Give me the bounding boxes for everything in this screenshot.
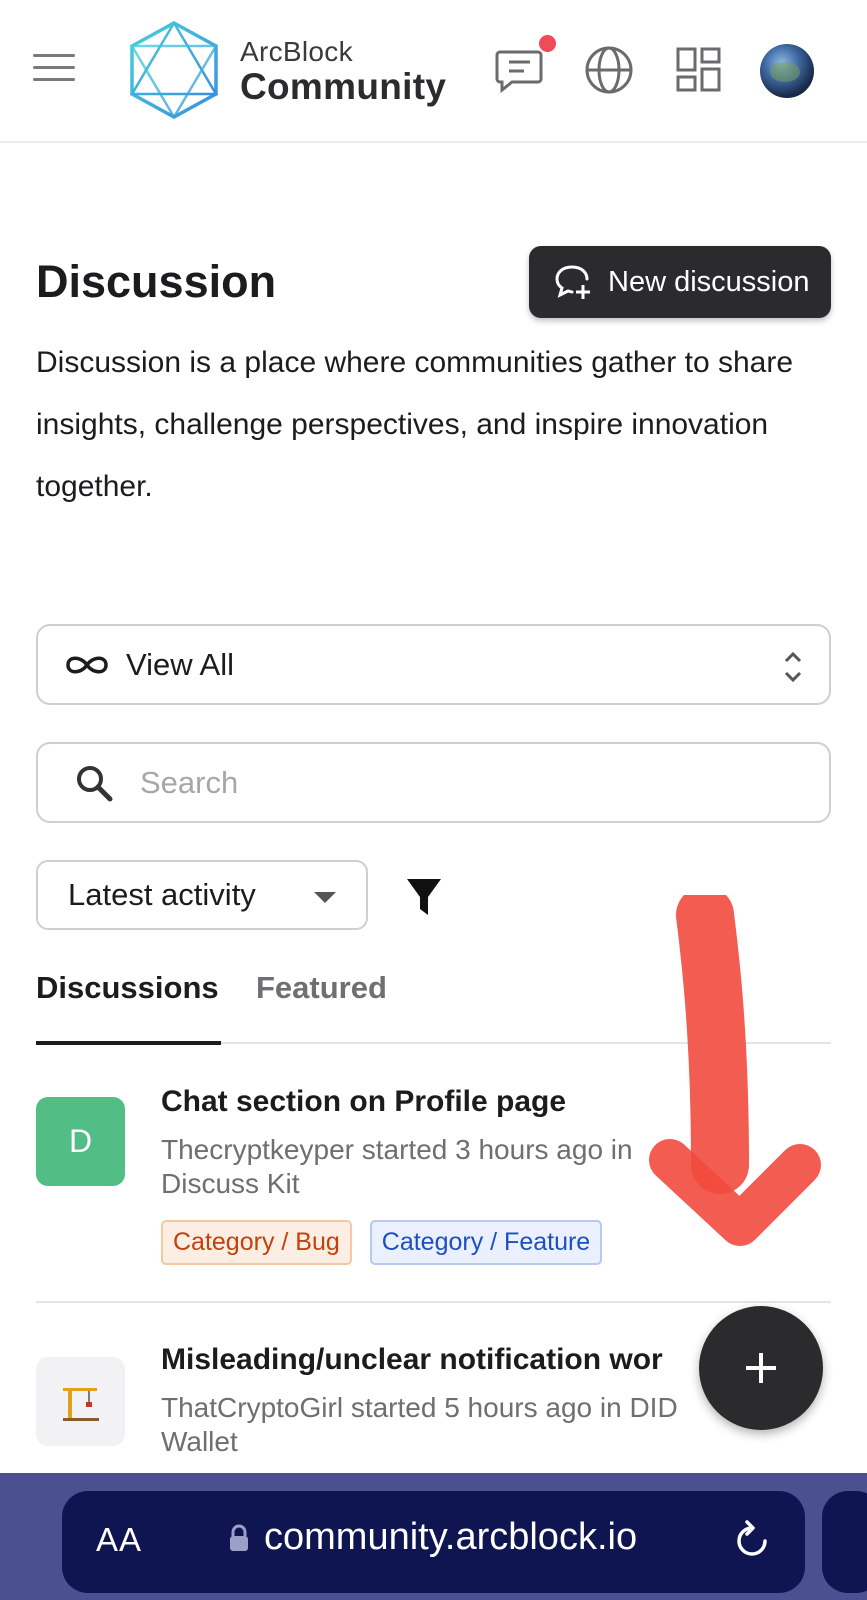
- discussion-meta: ThatCryptoGirl started 5 hours ago in DI…: [161, 1392, 678, 1457]
- page-description: Discussion is a place where communities …: [36, 346, 794, 503]
- active-tab-indicator: [36, 1041, 221, 1045]
- reload-icon[interactable]: [732, 1519, 772, 1563]
- new-discussion-label: New discussion: [608, 265, 810, 298]
- search-input[interactable]: [140, 764, 780, 801]
- tab-featured[interactable]: Featured: [256, 970, 387, 1006]
- filter-icon[interactable]: [406, 877, 442, 917]
- view-filter-value: View All: [126, 646, 234, 682]
- brand-main-label: Community: [240, 66, 447, 107]
- apps-grid-icon[interactable]: [673, 44, 725, 96]
- sort-value: Latest activity: [68, 877, 256, 912]
- arcblock-logo-icon[interactable]: [128, 20, 220, 120]
- discussion-title[interactable]: Misleading/unclear notification wor: [161, 1343, 663, 1377]
- next-tab-peek[interactable]: [822, 1491, 867, 1593]
- floating-add-button[interactable]: [699, 1306, 823, 1430]
- view-filter-select[interactable]: View All: [36, 624, 831, 705]
- tag-list: Category / Bug Category / Feature: [161, 1220, 603, 1265]
- text-size-button[interactable]: AA: [96, 1521, 142, 1559]
- author-avatar: [36, 1357, 125, 1446]
- chevron-updown-icon: [784, 651, 802, 683]
- author-avatar: D: [36, 1097, 125, 1186]
- tab-discussions[interactable]: Discussions: [36, 970, 219, 1006]
- search-icon: [77, 765, 113, 801]
- list-item[interactable]: D Chat section on Profile page Thecryptk…: [36, 1085, 831, 1303]
- notification-dot: [539, 35, 556, 52]
- search-field[interactable]: [36, 742, 831, 823]
- sort-select[interactable]: Latest activity: [36, 860, 368, 930]
- caret-down-icon: [314, 892, 336, 903]
- url-text: community.arcblock.io: [264, 1516, 638, 1558]
- discussion-tabs: Discussions Featured: [36, 960, 831, 1045]
- tag-feature[interactable]: Category / Feature: [369, 1220, 603, 1265]
- discussion-title[interactable]: Chat section on Profile page: [161, 1085, 566, 1119]
- chat-icon[interactable]: [494, 44, 546, 96]
- globe-icon[interactable]: [583, 44, 635, 96]
- address-bar[interactable]: AA community.arcblock.io: [62, 1491, 805, 1593]
- hamburger-menu-icon[interactable]: [33, 54, 75, 86]
- plus-icon: [746, 1353, 776, 1383]
- add-chat-icon: [555, 265, 590, 299]
- tag-bug[interactable]: Category / Bug: [161, 1220, 352, 1265]
- discussion-meta: Thecryptkeyper started 3 hours ago in Di…: [161, 1134, 633, 1199]
- crane-icon: [62, 1387, 99, 1421]
- infinity-icon: [66, 656, 108, 673]
- page-title: Discussion: [36, 256, 277, 307]
- user-avatar[interactable]: [760, 44, 814, 98]
- brand-top-label: ArcBlock: [240, 36, 353, 67]
- lock-icon: [230, 1524, 248, 1551]
- browser-toolbar: AA community.arcblock.io: [0, 1473, 867, 1600]
- new-discussion-button[interactable]: New discussion: [529, 246, 831, 318]
- top-header: ArcBlock Community: [0, 0, 867, 143]
